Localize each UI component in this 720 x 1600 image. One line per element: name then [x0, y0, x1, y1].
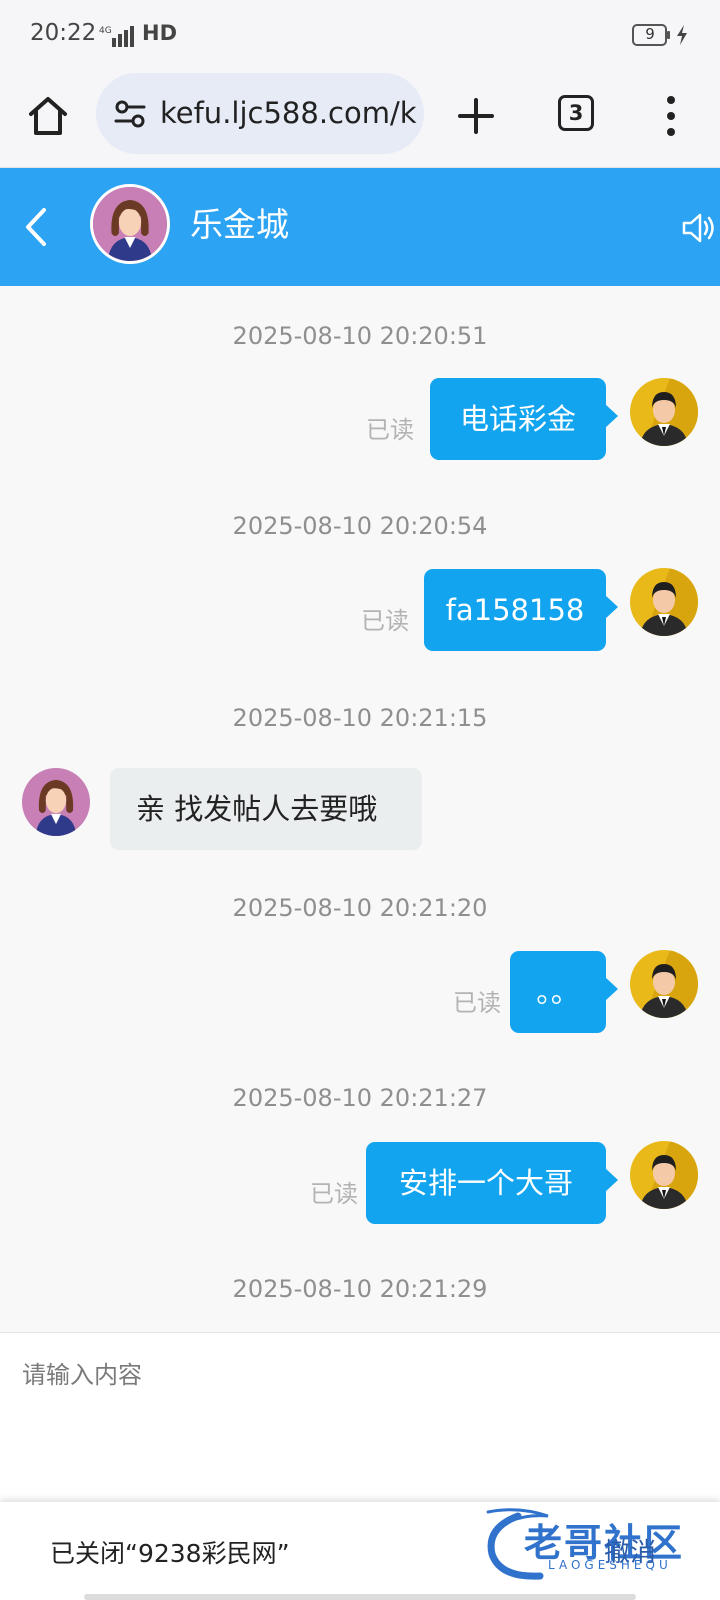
battery-level: 9 [645, 25, 655, 43]
message-input[interactable] [0, 1333, 720, 1503]
outgoing-message[interactable]: 安排一个大哥 [366, 1142, 618, 1224]
user-avatar [630, 378, 698, 446]
url-text: kefu.ljc588.com/k [160, 96, 417, 130]
agent-avatar [22, 768, 90, 836]
outgoing-message[interactable]: 电话彩金 [430, 378, 618, 460]
speaker-icon[interactable] [680, 208, 720, 248]
message-timestamp: 2025-08-10 20:21:27 [232, 1084, 488, 1112]
watermark-logo: 老哥社区 LAOGESHEQU [478, 1506, 710, 1584]
tab-switcher-icon[interactable]: 3 [558, 95, 594, 131]
status-time: 20:22 [30, 20, 97, 46]
read-status: 已读 [361, 607, 409, 635]
gesture-bar[interactable] [84, 1594, 636, 1600]
incoming-message[interactable]: 亲 找发帖人去要哦 [110, 768, 422, 850]
agent-avatar [90, 184, 170, 264]
message-timestamp: 2025-08-10 20:20:54 [232, 512, 488, 540]
chat-title: 乐金城 [190, 205, 289, 244]
message-timestamp: 2025-08-10 20:21:20 [232, 894, 488, 922]
address-bar[interactable]: kefu.ljc588.com/k [96, 73, 424, 154]
read-status: 已读 [366, 416, 414, 444]
outgoing-message[interactable]: 。。 [510, 951, 618, 1033]
message-timestamp: 2025-08-10 20:20:51 [232, 322, 488, 350]
snackbar-message: 已关闭“9238彩民网” [50, 1539, 290, 1568]
user-avatar [630, 568, 698, 636]
outgoing-message[interactable]: fa158158 [424, 569, 618, 651]
home-icon[interactable] [22, 90, 74, 142]
more-vert-icon[interactable] [655, 90, 687, 142]
message-list[interactable]: 2025-08-10 20:20:51 已读 电话彩金 2025-08-10 2… [0, 286, 720, 1332]
browser-toolbar: kefu.ljc588.com/k 3 [0, 70, 720, 168]
read-status: 已读 [310, 1180, 358, 1208]
read-status: 已读 [453, 989, 501, 1017]
user-avatar [630, 1141, 698, 1209]
message-timestamp: 2025-08-10 20:21:29 [232, 1275, 488, 1303]
network-label: HD [142, 21, 178, 45]
message-timestamp: 2025-08-10 20:21:15 [232, 704, 488, 732]
signal-icon: 4G [99, 26, 134, 47]
plus-icon[interactable] [452, 92, 500, 140]
svg-text:4G: 4G [99, 26, 112, 36]
chat-header: 乐金城 [0, 168, 720, 286]
message-composer [0, 1332, 720, 1503]
charging-icon [677, 25, 687, 45]
tune-icon[interactable] [114, 99, 146, 129]
status-bar: 20:22 4G HD 9 [0, 0, 720, 70]
undo-button[interactable]: 撤消 [604, 1532, 656, 1569]
snackbar: 已关闭“9238彩民网” 老哥社区 LAOGESHEQU 撤消 [0, 1502, 720, 1600]
user-avatar [630, 950, 698, 1018]
chevron-left-icon[interactable] [16, 202, 56, 252]
